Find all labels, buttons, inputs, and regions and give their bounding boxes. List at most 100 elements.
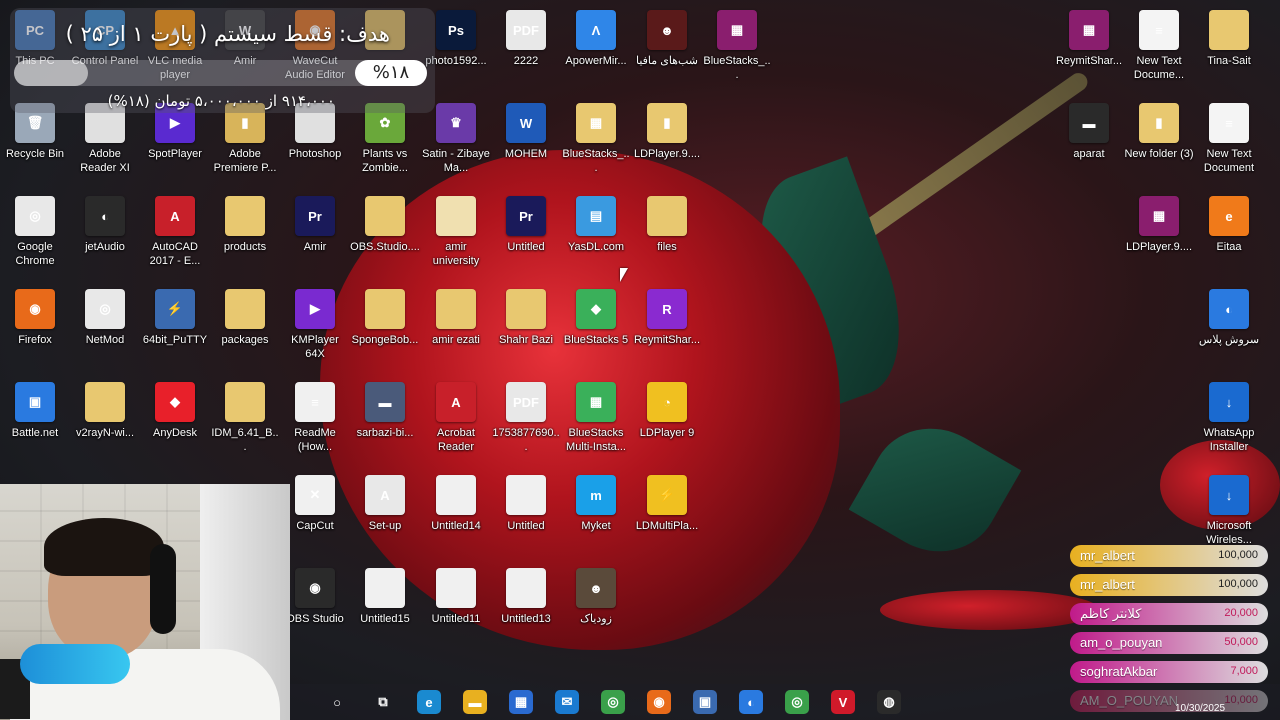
desktop-icon[interactable]: ◎ NetMod	[70, 283, 140, 369]
desktop-icon[interactable]: m Myket	[561, 469, 631, 555]
desktop-icon[interactable]: e Eitaa	[1194, 190, 1264, 276]
desktop-icon-label: LDPlayer.9....	[633, 148, 701, 160]
desktop-icon[interactable]: products	[210, 190, 280, 276]
desktop-icon[interactable]: ▤ YasDL.com	[561, 190, 631, 276]
file-explorer-icon[interactable]: ▬	[463, 690, 487, 714]
desktop-icon[interactable]: ▦ BlueStacks Multi-Insta...	[561, 376, 631, 462]
mail-icon[interactable]: ✉	[555, 690, 579, 714]
desktop-icon[interactable]: ≡ New Text Docume...	[1124, 4, 1194, 90]
desktop-icon[interactable]: ▣ Battle.net	[0, 376, 70, 462]
desktop-icon[interactable]: ⚡ 64bit_PuTTY	[140, 283, 210, 369]
app-icon: Ps	[436, 10, 476, 50]
desktop-icon-label: LDPlayer.9....	[1125, 241, 1193, 253]
desktop-icon[interactable]: OBS.Studio....	[350, 190, 420, 276]
desktop-icon[interactable]: ◆ AnyDesk	[140, 376, 210, 462]
desktop-icon-label: BlueStacks 5	[563, 334, 629, 346]
desktop-icon[interactable]: amir university	[421, 190, 491, 276]
desktop-icon[interactable]: Untitled14	[421, 469, 491, 555]
desktop-icon[interactable]: ▦ BlueStacks_...	[702, 4, 772, 90]
app-icon: ↓	[1209, 475, 1249, 515]
desktop-icon[interactable]: Pr Amir	[280, 190, 350, 276]
desktop-icon[interactable]: A AutoCAD 2017 - E...	[140, 190, 210, 276]
desktop-icon[interactable]: ✕ CapCut	[280, 469, 350, 555]
taskbar-date[interactable]: 10/30/2025	[1175, 703, 1225, 714]
app-icon	[225, 196, 265, 236]
app-icon	[506, 289, 546, 329]
chrome-profile-icon[interactable]: ◎	[785, 690, 809, 714]
desktop-icon[interactable]: packages	[210, 283, 280, 369]
desktop-icon[interactable]: PDF 2222	[491, 4, 561, 90]
desktop-icon[interactable]: W MOHEM	[491, 97, 561, 183]
desktop-icon[interactable]: Λ ApowerMir...	[561, 4, 631, 90]
app-icon: ▦	[717, 10, 757, 50]
desktop-icon[interactable]: ◐ jetAudio	[70, 190, 140, 276]
desktop-icon[interactable]: ◉ Firefox	[0, 283, 70, 369]
app-icon: ◐	[85, 196, 125, 236]
desktop-icon[interactable]: ≡ New Text Document	[1194, 97, 1264, 183]
desktop-icon[interactable]: ▬ aparat	[1054, 97, 1124, 183]
desktop-icon[interactable]: ▬ sarbazi-bi...	[350, 376, 420, 462]
app-icon: ▦	[1139, 196, 1179, 236]
desktop-icon-label: CapCut	[296, 520, 334, 532]
app-icon: ☻	[576, 568, 616, 608]
chrome-icon[interactable]: ◎	[601, 690, 625, 714]
desktop-icon[interactable]: ☻ شب‌های مافیا	[632, 4, 702, 90]
desktop-icon[interactable]: files	[632, 190, 702, 276]
desktop-icon[interactable]: IDM_6.41_B...	[210, 376, 280, 462]
app-icon: A	[436, 382, 476, 422]
desktop-icon[interactable]: ▦ ReymitShar...	[1054, 4, 1124, 90]
app-icon[interactable]: ◍	[877, 690, 901, 714]
vivaldi-icon[interactable]: V	[831, 690, 855, 714]
desktop-icon[interactable]: ▮ LDPlayer.9....	[632, 97, 702, 183]
desktop-icon[interactable]: ▮ New folder (3)	[1124, 97, 1194, 183]
desktop-icon-label: Tina-Sait	[1207, 55, 1251, 67]
firefox-icon[interactable]: ◉	[647, 690, 671, 714]
desktop-icon[interactable]: v2rayN-wi...	[70, 376, 140, 462]
desktop-icon[interactable]: amir ezati	[421, 283, 491, 369]
desktop-icon[interactable]: ◐ سروش پلاس	[1194, 283, 1264, 369]
task-view-button[interactable]: ⧉	[371, 690, 395, 714]
donation-amount: 20,000	[1224, 607, 1258, 619]
desktop-icon[interactable]: ☻ زودیاک	[561, 562, 631, 648]
desktop-icon[interactable]: Untitled13	[491, 562, 561, 648]
desktop-icon-label: jetAudio	[85, 241, 125, 253]
desktop-icon[interactable]: SpongeBob...	[350, 283, 420, 369]
microsoft-store-icon[interactable]: ▦	[509, 690, 533, 714]
desktop-icon[interactable]: ▶ KMPlayer 64X	[280, 283, 350, 369]
desktop-icon[interactable]: R ReymitShar...	[632, 283, 702, 369]
desktop-icon[interactable]: ◉ OBS Studio	[280, 562, 350, 648]
desktop-icon[interactable]: Shahr Bazi	[491, 283, 561, 369]
desktop-icon[interactable]: ↓ WhatsApp Installer	[1194, 376, 1264, 462]
desktop-icon[interactable]: A Acrobat Reader	[421, 376, 491, 462]
desktop-icon[interactable]: A Set-up	[350, 469, 420, 555]
desktop-icon-label: Battle.net	[11, 427, 59, 439]
desktop-icon[interactable]: Untitled	[491, 469, 561, 555]
desktop-icon[interactable]: Untitled11	[421, 562, 491, 648]
desktop-icon[interactable]: ◆ BlueStacks 5	[561, 283, 631, 369]
desktop-icon-label: NetMod	[85, 334, 125, 346]
app-icon	[506, 475, 546, 515]
app-icon: ▣	[15, 382, 55, 422]
desktop-icon[interactable]: ↓ Microsoft Wireles...	[1194, 469, 1264, 555]
vpn-icon[interactable]: ▣	[693, 690, 717, 714]
desktop-icon[interactable]: ◎ Google Chrome	[0, 190, 70, 276]
desktop-icon-label: IDM_6.41_B...	[211, 427, 279, 453]
edge-icon[interactable]: e	[417, 690, 441, 714]
desktop-icon[interactable]: Pr Untitled	[491, 190, 561, 276]
desktop-icon-label: Acrobat Reader	[437, 427, 475, 453]
search-button[interactable]: ○	[325, 690, 349, 714]
desktop-icon[interactable]: ≡ ReadMe (How...	[280, 376, 350, 462]
app-icon: W	[506, 103, 546, 143]
desktop-icon[interactable]: ◔ LDPlayer 9	[632, 376, 702, 462]
desktop-icon[interactable]: ▦ BlueStacks_...	[561, 97, 631, 183]
desktop-icon-label: BlueStacks Multi-Insta...	[566, 427, 626, 453]
desktop-icon[interactable]: ▦ LDPlayer.9....	[1124, 190, 1194, 276]
desktop-icon[interactable]: Tina-Sait	[1194, 4, 1264, 90]
desktop-icon-label: Untitled11	[431, 613, 481, 625]
app-icon: ◉	[15, 289, 55, 329]
desktop-icon[interactable]: ⚡ LDMultiPla...	[632, 469, 702, 555]
soroush-icon[interactable]: ◐	[739, 690, 763, 714]
desktop-icon[interactable]: Untitled15	[350, 562, 420, 648]
goal-title: هدف: قسط سیستم ( پارت ۱ از ۲۵ )	[65, 22, 390, 46]
desktop-icon[interactable]: PDF 1753877690...	[491, 376, 561, 462]
